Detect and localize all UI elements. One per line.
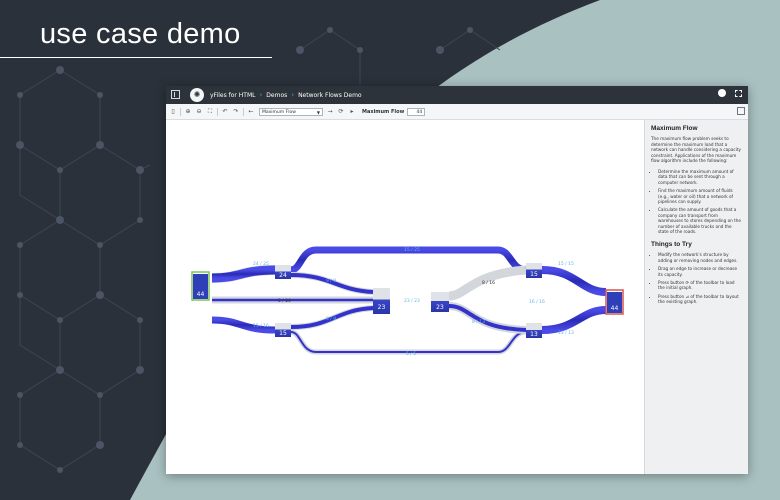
edge-label-s-b: 15 / 16 (253, 323, 269, 329)
edge-label-f-t: 13 / 13 (558, 330, 574, 336)
edge-label-top-long: 15 / 25 (404, 247, 420, 253)
edge-e-t[interactable] (541, 266, 607, 296)
list-item: Press button ⟳ of the toolbar to load th… (658, 280, 742, 291)
demo-menu-icon[interactable] (171, 90, 180, 99)
node-a[interactable]: 24 (275, 265, 291, 279)
new-document-icon[interactable]: ▯ (169, 108, 177, 116)
things-to-try-title: Things to Try (651, 241, 692, 249)
node-b-label: 15 (279, 330, 287, 337)
next-sample-icon[interactable]: → (326, 108, 334, 116)
headline-underline (0, 57, 272, 58)
chevron-down-icon: ▼ (316, 109, 320, 115)
edge-s-a[interactable] (211, 265, 276, 283)
sidebar-toggle-icon[interactable] (737, 107, 745, 115)
list-item: Determine the maximum amount of data tha… (658, 169, 742, 185)
node-a-label: 24 (279, 272, 287, 279)
panel-intro: The maximum flow problem seeks to determ… (651, 136, 741, 164)
list-item: Drag an edge to increase or decrease its… (658, 266, 742, 277)
list-item: Calculate the amount of goods that a com… (658, 207, 742, 234)
toolbar-separator (180, 107, 181, 116)
description-panel: Maximum Flow The maximum flow problem se… (644, 120, 748, 474)
zoom-in-icon[interactable]: ⊕ (184, 108, 192, 116)
yfiles-logo-icon[interactable]: ✺ (190, 88, 204, 102)
edge-label-a-c: 9 / 9 (326, 278, 336, 284)
edge-label-d-f: 8 / 13 (472, 319, 485, 325)
edge-label-c-d: 23 / 23 (404, 298, 420, 304)
toolbar: ▯ ⊕ ⊖ ⛶ ↶ ↷ ← Maximum Flow ▼ → ⟳ ▸ Maxim… (166, 104, 748, 120)
headline-title: use case demo (40, 18, 241, 50)
breadcrumb: yFiles for HTML › Demos › Network Flows … (210, 89, 362, 101)
demo-window: ✺ yFiles for HTML › Demos › Network Flow… (166, 86, 748, 474)
sample-select-value: Maximum Flow (262, 109, 296, 115)
list-item: Modify the network's structure by adding… (658, 252, 742, 263)
max-flow-value-field: 44 (407, 107, 426, 116)
node-f[interactable]: 13 (526, 323, 542, 338)
node-d[interactable]: 23 (431, 292, 449, 312)
edge-a-top-long[interactable] (290, 246, 527, 274)
zoom-out-icon[interactable]: ⊖ (195, 108, 203, 116)
list-item: Find the maximum amount of fluids (e.g.,… (658, 188, 742, 204)
things-to-try-list: Modify the network's structure by adding… (651, 252, 742, 304)
toolbar-separator (243, 107, 244, 116)
node-e[interactable]: 15 (526, 263, 542, 278)
source-node[interactable]: 44 (191, 271, 210, 301)
edge-label-e-t: 15 / 15 (558, 261, 574, 267)
graph-canvas[interactable]: 24 / 25 5 / 20 15 / 16 15 / 25 9 / 9 8 /… (166, 120, 644, 474)
node-d-label: 23 (436, 304, 444, 311)
network-graph[interactable]: 24 / 25 5 / 20 15 / 16 15 / 25 9 / 9 8 /… (166, 120, 644, 474)
edge-f-t[interactable] (541, 306, 607, 334)
github-icon[interactable] (718, 89, 726, 97)
redo-icon[interactable]: ↷ (232, 108, 240, 116)
source-node-label: 44 (197, 291, 205, 298)
edge-d-f[interactable] (448, 302, 527, 334)
fit-content-icon[interactable]: ⛶ (206, 108, 214, 116)
previous-sample-icon[interactable]: ← (247, 108, 255, 116)
node-f-label: 13 (530, 331, 538, 338)
edge-label-mid-long: 16 / 16 (529, 299, 545, 305)
node-b[interactable]: 15 (275, 323, 291, 337)
chevron-right-icon: › (291, 91, 295, 99)
layout-icon[interactable]: ▸ (348, 108, 356, 116)
sink-node[interactable]: 44 (605, 289, 624, 315)
breadcrumb-item-current: Network Flows Demo (298, 91, 362, 99)
max-flow-label: Maximum Flow (362, 108, 405, 115)
title-bar: ✺ yFiles for HTML › Demos › Network Flow… (166, 86, 748, 104)
node-c[interactable]: 23 (373, 288, 390, 314)
edge-label-s-c: 5 / 20 (278, 298, 291, 304)
reload-icon[interactable]: ⟳ (337, 108, 345, 116)
sample-select[interactable]: Maximum Flow ▼ (259, 107, 323, 116)
fullscreen-icon[interactable] (735, 89, 742, 97)
title-bar-actions (718, 89, 742, 97)
applications-list: Determine the maximum amount of data tha… (651, 169, 742, 234)
node-c-label: 23 (378, 304, 386, 311)
undo-icon[interactable]: ↶ (221, 108, 229, 116)
edge-label-d-e: 8 / 16 (482, 280, 495, 286)
breadcrumb-item-demos[interactable]: Demos (266, 92, 287, 99)
panel-title: Maximum Flow (651, 125, 698, 132)
list-item: Press button ⊿ of the toolbar to layout … (658, 294, 742, 305)
toolbar-separator (217, 107, 218, 116)
edge-b-bottom-long[interactable] (290, 329, 527, 355)
edge-label-b-c: 8 / 8 (326, 316, 336, 322)
sink-node-label: 44 (611, 305, 619, 312)
chevron-right-icon: › (259, 91, 263, 99)
node-e-label: 15 (530, 271, 538, 278)
edge-label-s-a: 24 / 25 (253, 261, 269, 267)
breadcrumb-item-yfiles[interactable]: yFiles for HTML (210, 92, 255, 99)
edge-label-bottom-long: 5 / 5 (406, 351, 416, 357)
